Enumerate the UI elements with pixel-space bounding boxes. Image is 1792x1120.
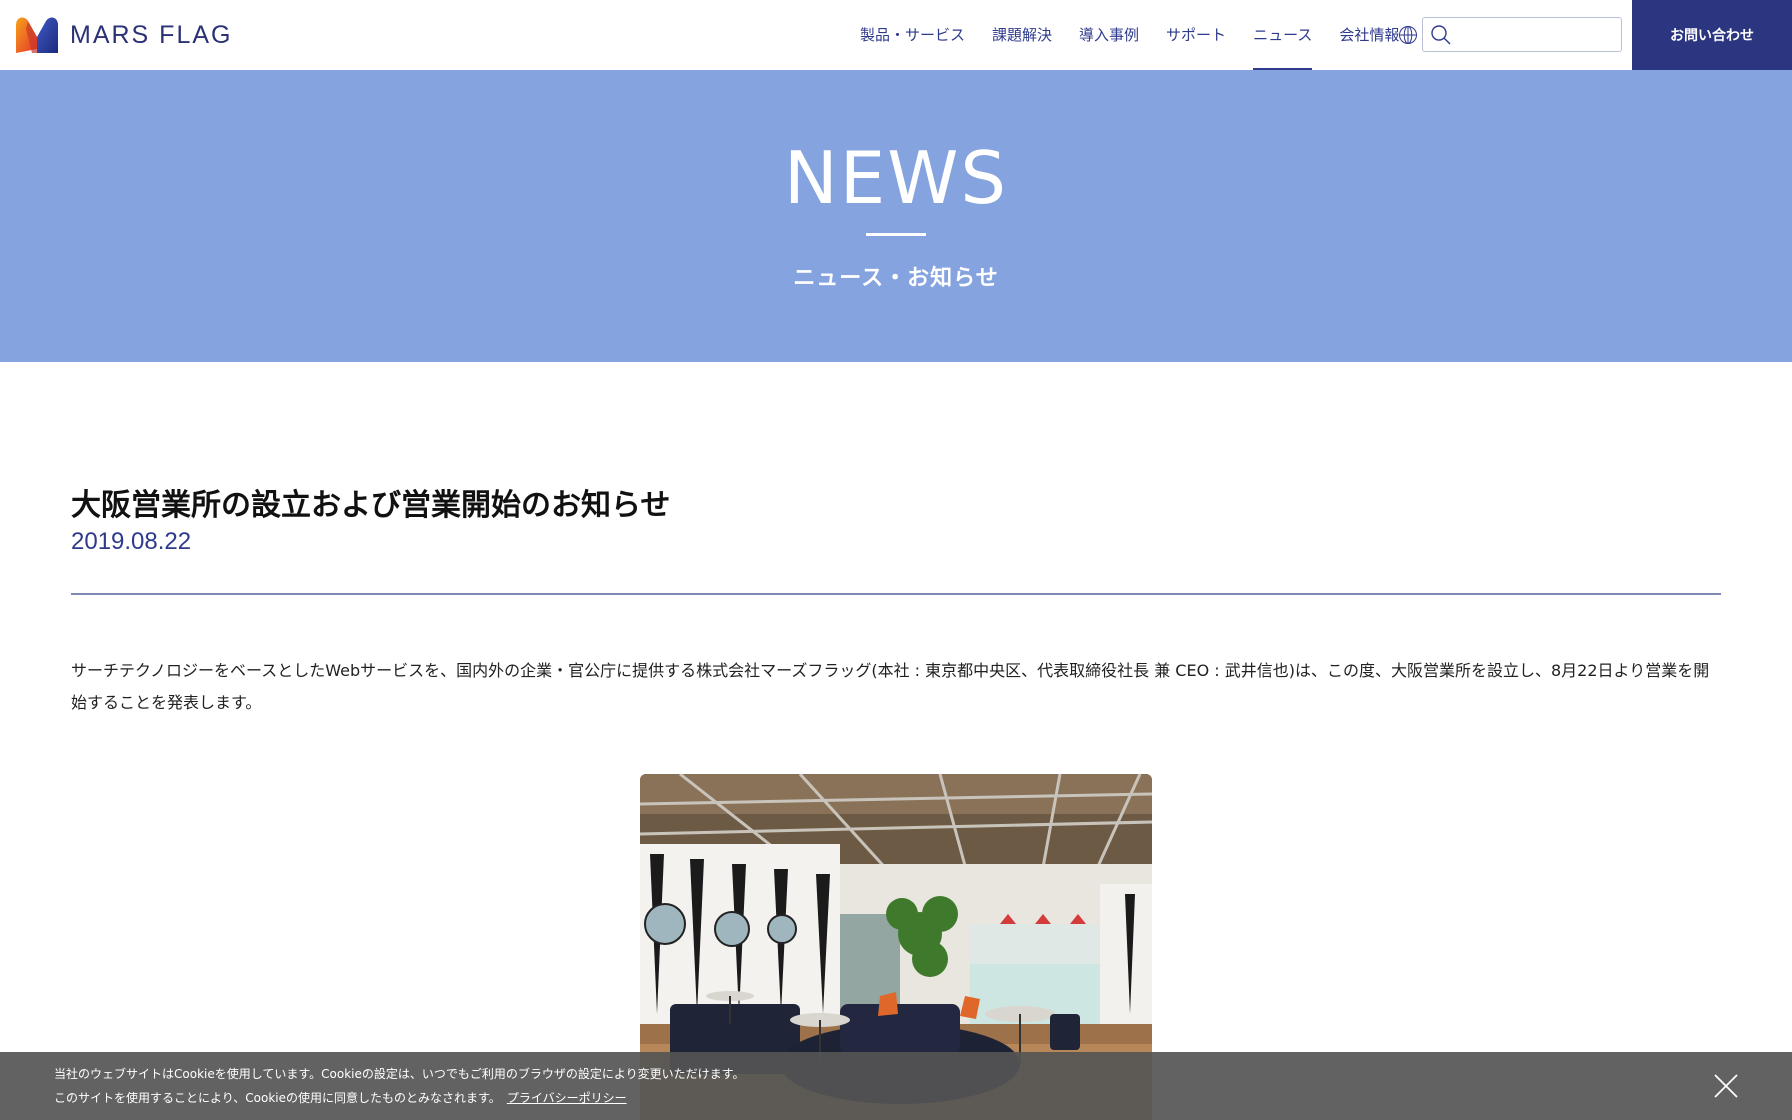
search-icon xyxy=(1431,25,1451,45)
hero-divider xyxy=(866,233,926,236)
main-nav: 製品・サービス 課題解決 導入事例 サポート ニュース 会社情報 xyxy=(860,0,1426,70)
logo-text: MARS FLAG xyxy=(70,20,233,49)
news-hero-banner: NEWS ニュース・お知らせ xyxy=(0,70,1792,362)
search-field[interactable] xyxy=(1422,17,1622,52)
site-header: MARS FLAG 製品・サービス 課題解決 導入事例 サポート ニュース 会社… xyxy=(0,0,1792,70)
nav-item-company[interactable]: 会社情報 xyxy=(1339,0,1399,70)
article-title: 大阪営業所の設立および営業開始のお知らせ xyxy=(71,488,671,523)
nav-item-support[interactable]: サポート xyxy=(1166,0,1226,70)
search-input[interactable] xyxy=(1459,21,1617,48)
nav-item-news[interactable]: ニュース xyxy=(1253,0,1313,70)
cookie-consent-bar: 当社のウェブサイトはCookieを使用しています。Cookieの設定は、いつでも… xyxy=(0,1052,1792,1120)
article-body: サーチテクノロジーをベースとしたWebサービスを、国内外の企業・官公庁に提供する… xyxy=(71,661,1710,712)
article-divider xyxy=(71,593,1721,595)
nav-item-products[interactable]: 製品・サービス xyxy=(860,0,965,70)
cookie-consent-text: このサイトを使用することにより、Cookieの使用に同意したものとみなされます。 xyxy=(54,1091,501,1105)
hero-title: NEWS xyxy=(783,136,1009,220)
nav-item-case-studies[interactable]: 導入事例 xyxy=(1079,0,1139,70)
cookie-message: 当社のウェブサイトはCookieを使用しています。Cookieの設定は、いつでも… xyxy=(54,1067,745,1081)
hero-subtitle: ニュース・お知らせ xyxy=(793,266,999,291)
globe-icon[interactable] xyxy=(1398,25,1418,45)
nav-item-solutions[interactable]: 課題解決 xyxy=(992,0,1052,70)
contact-button[interactable]: お問い合わせ xyxy=(1632,0,1792,70)
privacy-policy-link[interactable]: プライバシーポリシー xyxy=(507,1091,627,1105)
mars-flag-logo-icon xyxy=(16,17,58,53)
article-date: 2019.08.22 xyxy=(71,528,192,555)
cookie-consent-note: このサイトを使用することにより、Cookieの使用に同意したものとみなされます。… xyxy=(54,1089,627,1106)
site-logo[interactable]: MARS FLAG xyxy=(14,15,232,55)
close-icon[interactable] xyxy=(1712,1072,1740,1100)
